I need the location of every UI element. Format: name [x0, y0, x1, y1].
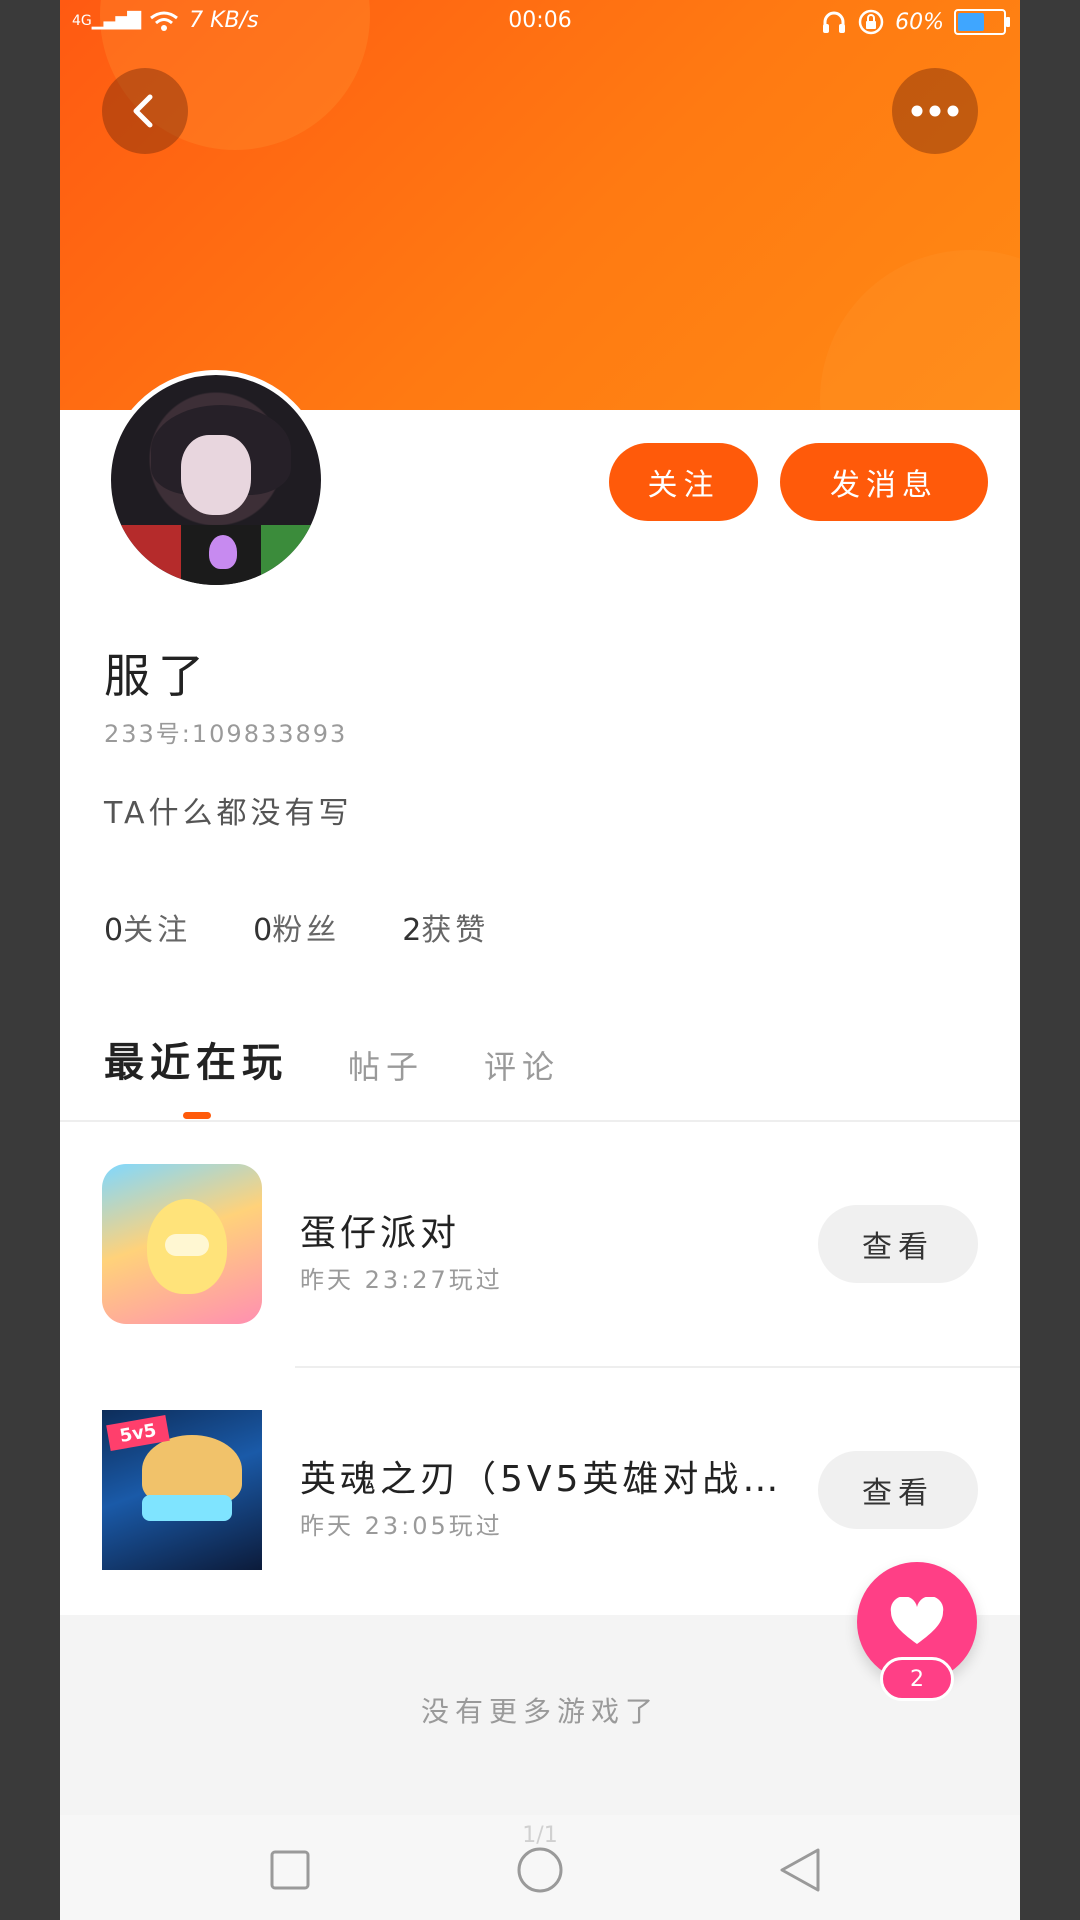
- heart-icon: [890, 1597, 944, 1644]
- recent-apps-button[interactable]: [265, 1845, 315, 1895]
- headphones-icon: [823, 11, 846, 33]
- rotation-lock-icon: [858, 9, 884, 35]
- user-id: 233号:109833893: [104, 720, 348, 748]
- system-back-button[interactable]: [775, 1845, 825, 1895]
- stat-likes[interactable]: 2获赞: [402, 905, 489, 949]
- profile-header: 4G▁▃▅▇ 7 KB/s 00:06 60%: [60, 0, 1020, 410]
- no-more-games-text: 没有更多游戏了: [420, 1695, 659, 1728]
- stats-bar: 0关注 0粉丝 2获赞: [104, 905, 489, 949]
- game-icon: 5v5: [102, 1410, 262, 1570]
- list-item[interactable]: 蛋仔派对 昨天 23:27玩过 查看: [60, 1122, 1020, 1368]
- game-title: 蛋仔派对: [300, 1213, 461, 1254]
- square-icon: [270, 1850, 310, 1890]
- view-button[interactable]: 查看: [818, 1205, 978, 1283]
- system-nav-bar: 1/1: [60, 1815, 1020, 1920]
- last-played-time: 昨天 23:27玩过: [300, 1266, 503, 1294]
- stat-following[interactable]: 0关注: [104, 905, 191, 949]
- tab-posts[interactable]: 帖子: [348, 1042, 424, 1088]
- battery-percent: 60%: [895, 9, 944, 35]
- last-played-time: 昨天 23:05玩过: [300, 1512, 503, 1540]
- header-decoration: [820, 250, 1020, 410]
- profile-tabs: 最近在玩 帖子 评论: [104, 1030, 560, 1088]
- chevron-left-icon: [133, 94, 153, 128]
- back-button[interactable]: [102, 68, 188, 154]
- circle-icon: [517, 1847, 563, 1893]
- tab-comments[interactable]: 评论: [484, 1042, 560, 1088]
- status-bar: 4G▁▃▅▇ 7 KB/s 00:06 60%: [60, 0, 1020, 46]
- active-tab-indicator: [183, 1112, 211, 1119]
- stat-followers[interactable]: 0粉丝: [253, 905, 340, 949]
- game-title: 英魂之刃（5V5英雄对战…: [300, 1459, 783, 1500]
- username: 服了: [104, 649, 212, 703]
- send-message-button[interactable]: 发消息: [780, 443, 988, 521]
- bio: TA什么都没有写: [104, 796, 353, 831]
- triangle-back-icon: [780, 1848, 820, 1892]
- view-button[interactable]: 查看: [818, 1451, 978, 1529]
- avatar[interactable]: [106, 370, 326, 590]
- like-count-badge: 2: [880, 1657, 954, 1701]
- battery-icon: [954, 9, 1010, 35]
- game-icon: [102, 1164, 262, 1324]
- home-button[interactable]: [515, 1845, 565, 1895]
- more-horizontal-icon: [911, 105, 959, 117]
- profile-screen: 4G▁▃▅▇ 7 KB/s 00:06 60% 关注 发消息 服了 233号:1…: [60, 0, 1020, 1920]
- follow-button[interactable]: 关注: [609, 443, 758, 521]
- tab-recently-played[interactable]: 最近在玩: [104, 1030, 288, 1088]
- more-options-button[interactable]: [892, 68, 978, 154]
